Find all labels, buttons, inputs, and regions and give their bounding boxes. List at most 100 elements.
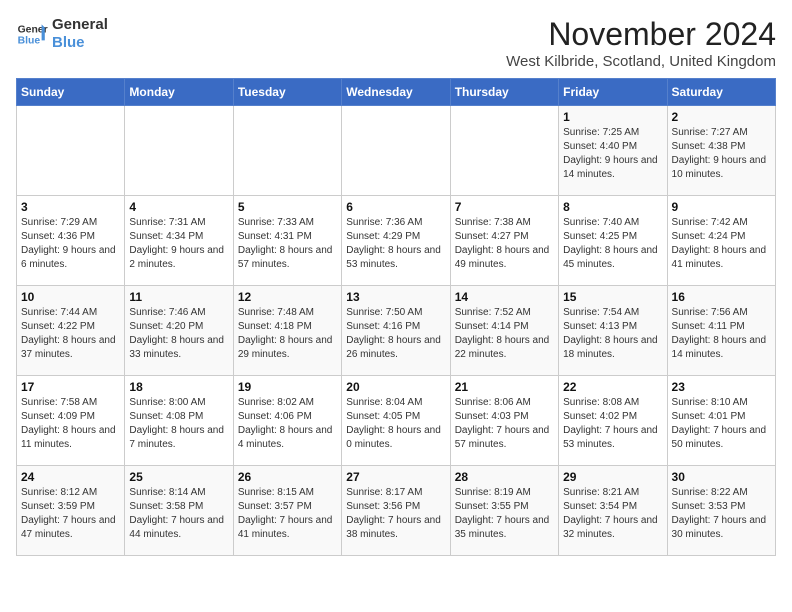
- day-info: Sunrise: 7:54 AM Sunset: 4:13 PM Dayligh…: [563, 306, 662, 362]
- calendar-cell: 18Sunrise: 8:00 AM Sunset: 4:08 PM Dayli…: [125, 376, 233, 466]
- day-info: Sunrise: 8:08 AM Sunset: 4:02 PM Dayligh…: [563, 396, 662, 452]
- day-number: 1: [563, 110, 662, 124]
- day-number: 5: [238, 200, 337, 214]
- calendar-cell: 29 Sunrise: 8:21 AM Sunset: 3:54 PM Dayli…: [559, 466, 667, 556]
- location-subtitle: West Kilbride, Scotland, United Kingdom: [506, 53, 776, 70]
- weekday-header-thursday: Thursday: [450, 79, 558, 106]
- calendar-cell: 15Sunrise: 7:54 AM Sunset: 4:13 PM Dayli…: [559, 286, 667, 376]
- day-info: Sunrise: 8:14 AM Sunset: 3:58 PM Dayligh…: [129, 486, 228, 542]
- day-number: 17: [21, 380, 120, 394]
- day-info: Sunrise: 8:02 AM Sunset: 4:06 PM Dayligh…: [238, 396, 337, 452]
- calendar-cell: [342, 106, 450, 196]
- weekday-header-sunday: Sunday: [17, 79, 125, 106]
- calendar-week-5: 24 Sunrise: 8:12 AM Sunset: 3:59 PM Dayli…: [17, 466, 776, 556]
- weekday-header-tuesday: Tuesday: [233, 79, 341, 106]
- day-number: 19: [238, 380, 337, 394]
- calendar-cell: 19 Sunrise: 8:02 AM Sunset: 4:06 PM Dayli…: [233, 376, 341, 466]
- logo: General Blue General Blue: [16, 16, 108, 52]
- day-number: 10: [21, 290, 120, 304]
- calendar-cell: 13 Sunrise: 7:50 AM Sunset: 4:16 PM Dayli…: [342, 286, 450, 376]
- day-number: 2: [672, 110, 771, 124]
- day-info: Sunrise: 7:58 AM Sunset: 4:09 PM Dayligh…: [21, 396, 120, 452]
- day-number: 21: [455, 380, 554, 394]
- calendar-cell: 2 Sunrise: 7:27 AM Sunset: 4:38 PM Daylig…: [667, 106, 775, 196]
- calendar-cell: 6Sunrise: 7:36 AM Sunset: 4:29 PM Daylig…: [342, 196, 450, 286]
- day-info: Sunrise: 7:40 AM Sunset: 4:25 PM Dayligh…: [563, 216, 662, 272]
- calendar-cell: [450, 106, 558, 196]
- day-number: 16: [672, 290, 771, 304]
- calendar-cell: 22 Sunrise: 8:08 AM Sunset: 4:02 PM Dayli…: [559, 376, 667, 466]
- day-number: 22: [563, 380, 662, 394]
- day-info: Sunrise: 7:25 AM Sunset: 4:40 PM Dayligh…: [563, 126, 662, 182]
- day-info: Sunrise: 7:29 AM Sunset: 4:36 PM Dayligh…: [21, 216, 120, 272]
- calendar-cell: 25 Sunrise: 8:14 AM Sunset: 3:58 PM Dayli…: [125, 466, 233, 556]
- calendar-cell: 9 Sunrise: 7:42 AM Sunset: 4:24 PM Daylig…: [667, 196, 775, 286]
- day-info: Sunrise: 8:15 AM Sunset: 3:57 PM Dayligh…: [238, 486, 337, 542]
- day-info: Sunrise: 8:06 AM Sunset: 4:03 PM Dayligh…: [455, 396, 554, 452]
- calendar-cell: 27 Sunrise: 8:17 AM Sunset: 3:56 PM Dayli…: [342, 466, 450, 556]
- month-title: November 2024: [506, 16, 776, 53]
- calendar-week-4: 17 Sunrise: 7:58 AM Sunset: 4:09 PM Dayli…: [17, 376, 776, 466]
- day-info: Sunrise: 7:50 AM Sunset: 4:16 PM Dayligh…: [346, 306, 445, 362]
- weekday-header-row: SundayMondayTuesdayWednesdayThursdayFrid…: [17, 79, 776, 106]
- day-info: Sunrise: 7:33 AM Sunset: 4:31 PM Dayligh…: [238, 216, 337, 272]
- header: General Blue General Blue November 2024 …: [16, 16, 776, 70]
- day-info: Sunrise: 8:12 AM Sunset: 3:59 PM Dayligh…: [21, 486, 120, 542]
- calendar-header: SundayMondayTuesdayWednesdayThursdayFrid…: [17, 79, 776, 106]
- day-number: 18: [129, 380, 228, 394]
- day-number: 30: [672, 470, 771, 484]
- weekday-header-wednesday: Wednesday: [342, 79, 450, 106]
- weekday-header-friday: Friday: [559, 79, 667, 106]
- calendar-cell: 30 Sunrise: 8:22 AM Sunset: 3:53 PM Dayli…: [667, 466, 775, 556]
- title-area: November 2024 West Kilbride, Scotland, U…: [506, 16, 776, 70]
- day-number: 4: [129, 200, 228, 214]
- weekday-header-monday: Monday: [125, 79, 233, 106]
- calendar-cell: 20Sunrise: 8:04 AM Sunset: 4:05 PM Dayli…: [342, 376, 450, 466]
- day-info: Sunrise: 7:44 AM Sunset: 4:22 PM Dayligh…: [21, 306, 120, 362]
- day-number: 12: [238, 290, 337, 304]
- calendar-cell: 4 Sunrise: 7:31 AM Sunset: 4:34 PM Daylig…: [125, 196, 233, 286]
- calendar-cell: 21 Sunrise: 8:06 AM Sunset: 4:03 PM Dayli…: [450, 376, 558, 466]
- day-info: Sunrise: 7:52 AM Sunset: 4:14 PM Dayligh…: [455, 306, 554, 362]
- day-number: 27: [346, 470, 445, 484]
- calendar-cell: [125, 106, 233, 196]
- day-number: 3: [21, 200, 120, 214]
- calendar-week-1: 1 Sunrise: 7:25 AM Sunset: 4:40 PM Daylig…: [17, 106, 776, 196]
- day-number: 11: [129, 290, 228, 304]
- calendar-week-2: 3 Sunrise: 7:29 AM Sunset: 4:36 PM Daylig…: [17, 196, 776, 286]
- calendar-cell: 10 Sunrise: 7:44 AM Sunset: 4:22 PM Dayli…: [17, 286, 125, 376]
- calendar-cell: 12 Sunrise: 7:48 AM Sunset: 4:18 PM Dayli…: [233, 286, 341, 376]
- day-number: 29: [563, 470, 662, 484]
- day-info: Sunrise: 7:48 AM Sunset: 4:18 PM Dayligh…: [238, 306, 337, 362]
- day-info: Sunrise: 8:22 AM Sunset: 3:53 PM Dayligh…: [672, 486, 771, 542]
- logo-icon: General Blue: [16, 18, 48, 50]
- day-info: Sunrise: 8:17 AM Sunset: 3:56 PM Dayligh…: [346, 486, 445, 542]
- day-number: 28: [455, 470, 554, 484]
- day-info: Sunrise: 7:42 AM Sunset: 4:24 PM Dayligh…: [672, 216, 771, 272]
- day-number: 24: [21, 470, 120, 484]
- calendar-body: 1 Sunrise: 7:25 AM Sunset: 4:40 PM Daylig…: [17, 106, 776, 556]
- calendar-cell: 17 Sunrise: 7:58 AM Sunset: 4:09 PM Dayli…: [17, 376, 125, 466]
- day-info: Sunrise: 8:21 AM Sunset: 3:54 PM Dayligh…: [563, 486, 662, 542]
- day-info: Sunrise: 8:04 AM Sunset: 4:05 PM Dayligh…: [346, 396, 445, 452]
- day-number: 8: [563, 200, 662, 214]
- logo-blue-text: Blue: [52, 34, 108, 52]
- day-info: Sunrise: 7:46 AM Sunset: 4:20 PM Dayligh…: [129, 306, 228, 362]
- calendar-cell: 5 Sunrise: 7:33 AM Sunset: 4:31 PM Daylig…: [233, 196, 341, 286]
- day-number: 25: [129, 470, 228, 484]
- day-number: 23: [672, 380, 771, 394]
- day-number: 9: [672, 200, 771, 214]
- calendar-cell: [17, 106, 125, 196]
- day-number: 26: [238, 470, 337, 484]
- day-info: Sunrise: 7:31 AM Sunset: 4:34 PM Dayligh…: [129, 216, 228, 272]
- calendar-cell: 28Sunrise: 8:19 AM Sunset: 3:55 PM Dayli…: [450, 466, 558, 556]
- calendar-cell: 8 Sunrise: 7:40 AM Sunset: 4:25 PM Daylig…: [559, 196, 667, 286]
- calendar-cell: 1 Sunrise: 7:25 AM Sunset: 4:40 PM Daylig…: [559, 106, 667, 196]
- logo-general-text: General: [52, 16, 108, 34]
- day-info: Sunrise: 7:38 AM Sunset: 4:27 PM Dayligh…: [455, 216, 554, 272]
- day-info: Sunrise: 7:27 AM Sunset: 4:38 PM Dayligh…: [672, 126, 771, 182]
- calendar-cell: [233, 106, 341, 196]
- day-number: 14: [455, 290, 554, 304]
- day-number: 6: [346, 200, 445, 214]
- day-number: 13: [346, 290, 445, 304]
